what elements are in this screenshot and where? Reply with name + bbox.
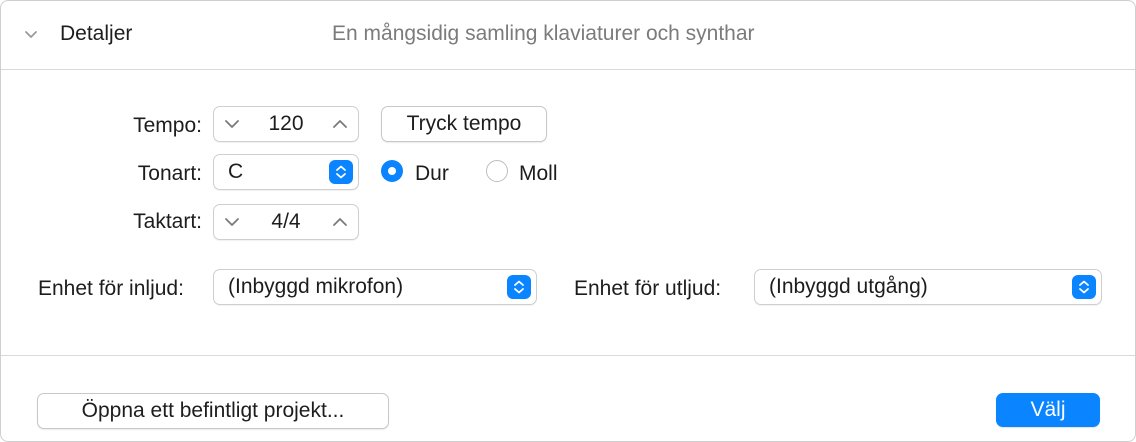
input-device-label: Enhet för inljud: [38,277,184,300]
up-down-chevron-icon [1072,275,1096,299]
increment-chevron-icon[interactable] [328,210,352,234]
up-down-chevron-icon [329,160,353,184]
major-radio[interactable] [381,160,403,182]
output-device-label: Enhet för utljud: [574,277,722,300]
key-value: C [228,160,244,183]
details-title: Detaljer [60,22,133,45]
increment-chevron-icon[interactable] [328,112,352,136]
input-device-select[interactable]: (Inbyggd mikrofon) [213,269,537,305]
project-details-panel: Detaljer En mångsidig samling klaviature… [0,0,1136,442]
choose-button[interactable]: Välj [996,393,1100,427]
time-signature-stepper[interactable]: 4/4 [213,204,359,240]
footer-divider [1,355,1135,356]
up-down-chevron-icon [507,275,531,299]
tempo-label: Tempo: [133,114,202,137]
details-subtitle: En mångsidig samling klaviaturer och syn… [332,22,755,45]
minor-radio[interactable] [486,160,508,182]
input-device-value: (Inbyggd mikrofon) [228,275,404,298]
key-select[interactable]: C [213,154,359,190]
output-device-value: (Inbyggd utgång) [769,275,928,298]
details-header[interactable]: Detaljer En mångsidig samling klaviature… [1,1,1135,70]
output-device-select[interactable]: (Inbyggd utgång) [754,269,1102,305]
major-label[interactable]: Dur [415,162,449,186]
minor-label[interactable]: Moll [519,162,558,186]
time-signature-label: Taktart: [133,210,202,233]
key-label: Tonart: [137,162,202,185]
tempo-stepper[interactable]: 120 [213,106,359,142]
open-existing-project-button[interactable]: Öppna ett befintligt projekt... [37,393,389,429]
chevron-down-icon[interactable] [21,25,41,45]
tap-tempo-button[interactable]: Tryck tempo [381,106,547,142]
